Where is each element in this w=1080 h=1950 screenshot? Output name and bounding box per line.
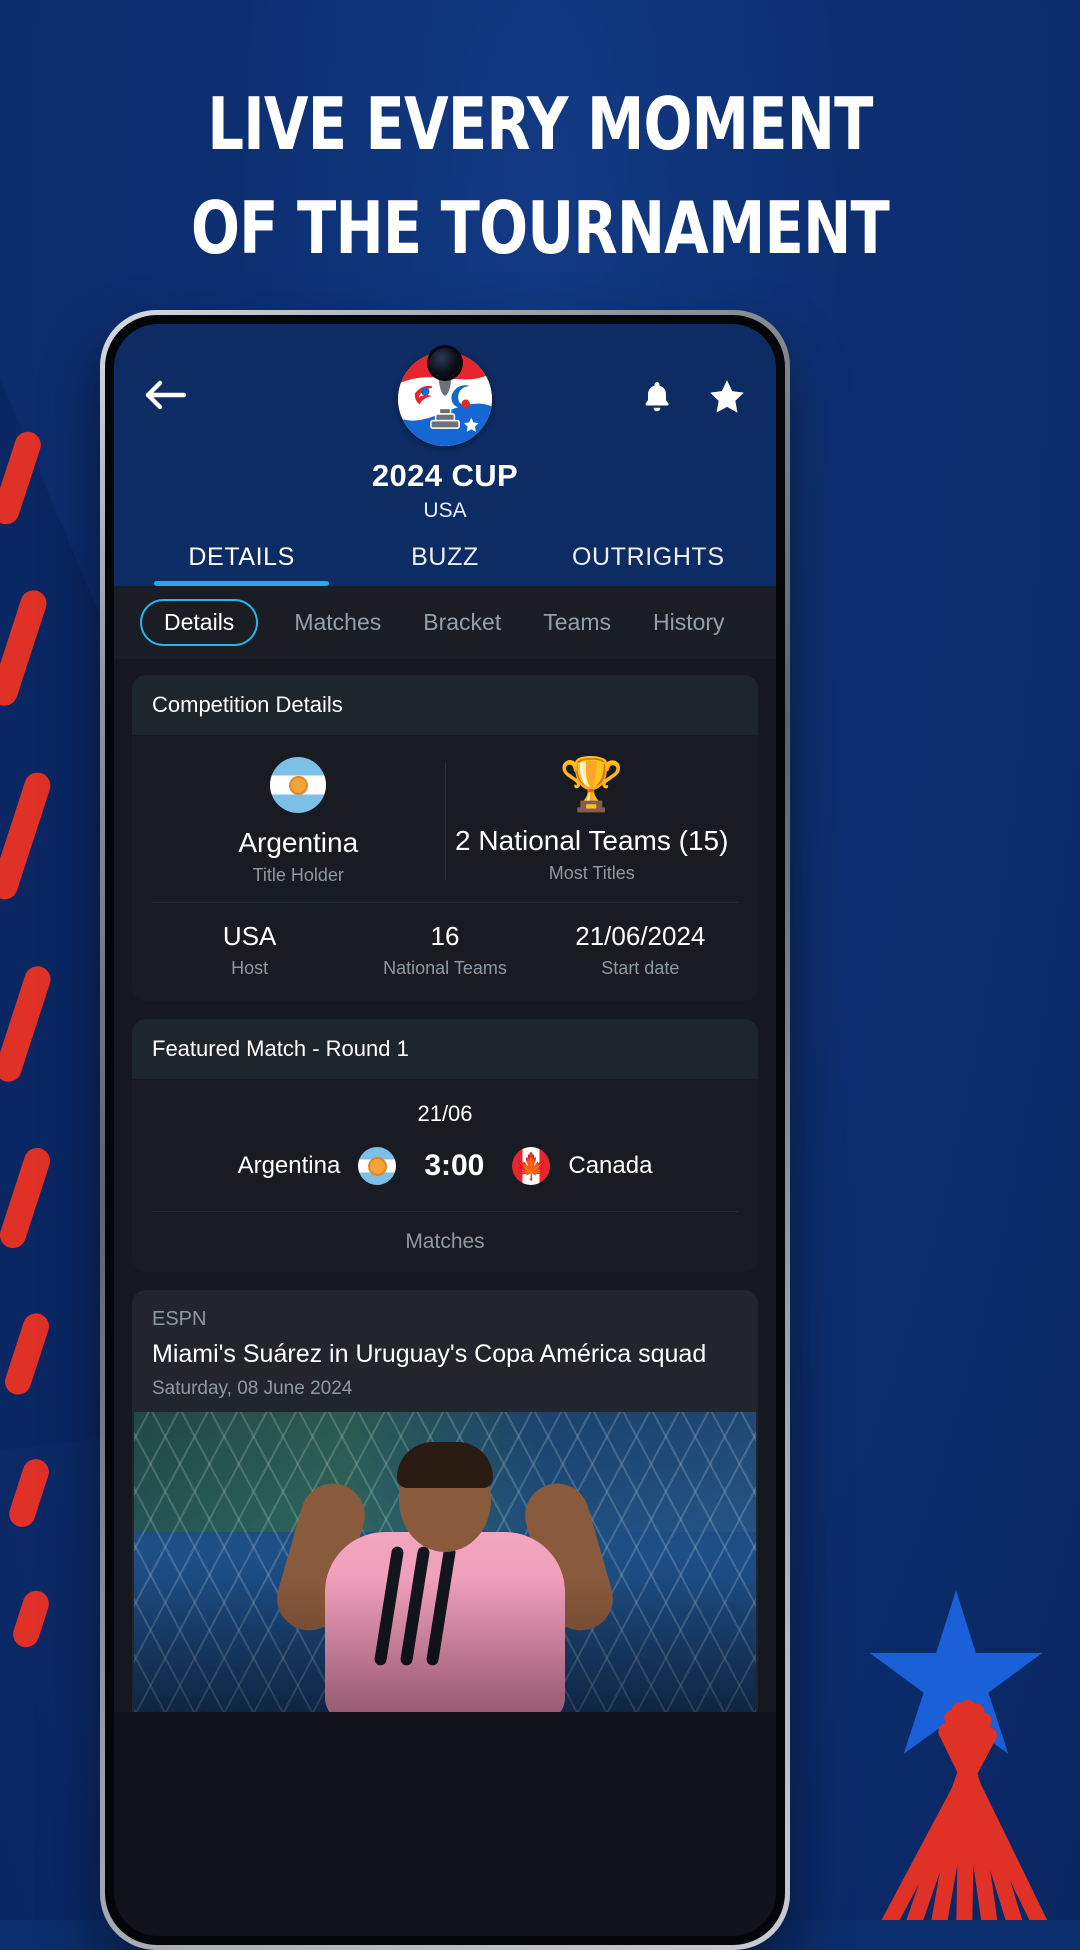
app-content: Competition Details Argentina Title Hold…: [114, 659, 776, 1713]
stat-title-holder-label: Title Holder: [252, 865, 344, 885]
stat-host-value: USA: [222, 921, 277, 951]
stat-title-holder-value: Argentina: [238, 827, 359, 858]
chip-matches[interactable]: Matches: [288, 601, 387, 644]
competition-top-stats: Argentina Title Holder 🏆 2 National Team…: [152, 735, 738, 902]
chip-teams[interactable]: Teams: [537, 601, 617, 644]
chip-details[interactable]: Details: [140, 599, 259, 646]
featured-match-date: 21/06: [417, 1101, 473, 1126]
tab-details[interactable]: DETAILS: [140, 543, 343, 586]
stat-host-label: Host: [231, 958, 269, 978]
news-date: Saturday, 08 June 2024: [152, 1378, 353, 1400]
front-camera-punchhole: [430, 348, 460, 378]
stat-start-date-value: 21/06/2024: [575, 921, 706, 951]
bell-icon[interactable]: [634, 374, 680, 420]
stat-most-titles-label: Most Titles: [548, 863, 635, 883]
stat-start-date-label: Start date: [601, 958, 680, 978]
stat-national-teams: 16 National Teams: [347, 921, 542, 979]
canada-flag-icon: 🍁: [512, 1147, 551, 1185]
featured-match-time: 3:00: [424, 1149, 485, 1182]
star-icon[interactable]: [704, 374, 750, 420]
trophy-icon: 🏆: [559, 756, 625, 814]
featured-match-card: Featured Match - Round 1 21/06 Argentina…: [132, 1019, 758, 1272]
news-card[interactable]: ESPN Miami's Suárez in Uruguay's Copa Am…: [132, 1290, 758, 1713]
featured-match-home-team: Argentina: [237, 1152, 341, 1179]
promo-headline-line-1: LIVE EVERY MOMENT: [207, 82, 873, 166]
promo-headline: LIVE EVERY MOMENT OF THE TOURNAMENT: [108, 72, 972, 280]
phone-bezel: 2024 CUP USA DETAILS BUZZ OUTRIGHTS Deta…: [105, 315, 785, 1945]
stat-national-teams-value: 16: [430, 921, 460, 951]
phone-mockup: 2024 CUP USA DETAILS BUZZ OUTRIGHTS Deta…: [100, 310, 790, 1950]
stat-most-titles-value: 2 National Teams (15): [455, 825, 729, 856]
competition-title: 2024 CUP: [371, 458, 519, 493]
secondary-chip-bar: Details Matches Bracket Teams History: [114, 586, 776, 659]
stat-host: USA Host: [152, 921, 347, 979]
featured-match-card-body[interactable]: 21/06 Argentina 3:00 🍁 Canada Matches: [132, 1079, 758, 1272]
featured-match-away-team: Canada: [568, 1152, 653, 1179]
competition-bottom-stats: USA Host 16 National Teams 21/06/2024 St…: [152, 902, 738, 1001]
red-dash: [0, 962, 54, 1086]
featured-match-row[interactable]: Argentina 3:00 🍁 Canada: [152, 1127, 738, 1211]
red-dash: [0, 428, 45, 528]
stat-start-date: 21/06/2024 Start date: [543, 921, 738, 979]
competition-details-card-title: Competition Details: [132, 675, 758, 735]
tab-outrights[interactable]: OUTRIGHTS: [547, 543, 750, 586]
news-text-block: ESPN Miami's Suárez in Uruguay's Copa Am…: [132, 1290, 758, 1412]
competition-details-card: Competition Details Argentina Title Hold…: [132, 675, 758, 1001]
primary-tab-bar: DETAILS BUZZ OUTRIGHTS: [140, 543, 750, 586]
news-headline[interactable]: Miami's Suárez in Uruguay's Copa América…: [152, 1339, 738, 1370]
stat-national-teams-label: National Teams: [383, 958, 507, 978]
argentina-flag-icon: [358, 1147, 397, 1185]
stat-title-holder: Argentina Title Holder: [152, 757, 445, 886]
tab-buzz[interactable]: BUZZ: [343, 543, 546, 586]
chip-history[interactable]: History: [647, 601, 731, 644]
competition-details-card-body: Argentina Title Holder 🏆 2 National Team…: [132, 735, 758, 1001]
featured-match-card-title: Featured Match - Round 1: [132, 1019, 758, 1079]
news-image: [134, 1412, 756, 1713]
red-dash: [0, 1144, 54, 1252]
red-dash: [0, 586, 50, 710]
header-icon-group: [634, 374, 750, 420]
competition-subtitle: USA: [423, 499, 467, 522]
chip-bracket[interactable]: Bracket: [417, 601, 507, 644]
news-source: ESPN: [152, 1308, 207, 1330]
red-stripes-decoration: [840, 1690, 1070, 1920]
featured-match-matches-link[interactable]: Matches: [152, 1211, 738, 1272]
stat-most-titles: 🏆 2 National Teams (15) Most Titles: [446, 757, 739, 886]
red-dash: [1, 1310, 53, 1398]
promo-headline-line-2: OF THE TOURNAMENT: [191, 186, 890, 270]
argentina-flag-icon: [270, 757, 327, 813]
phone-screen: 2024 CUP USA DETAILS BUZZ OUTRIGHTS Deta…: [114, 324, 776, 1936]
red-dash: [0, 769, 54, 903]
back-arrow-icon[interactable]: [140, 375, 192, 419]
image-scrim: [134, 1412, 756, 1713]
